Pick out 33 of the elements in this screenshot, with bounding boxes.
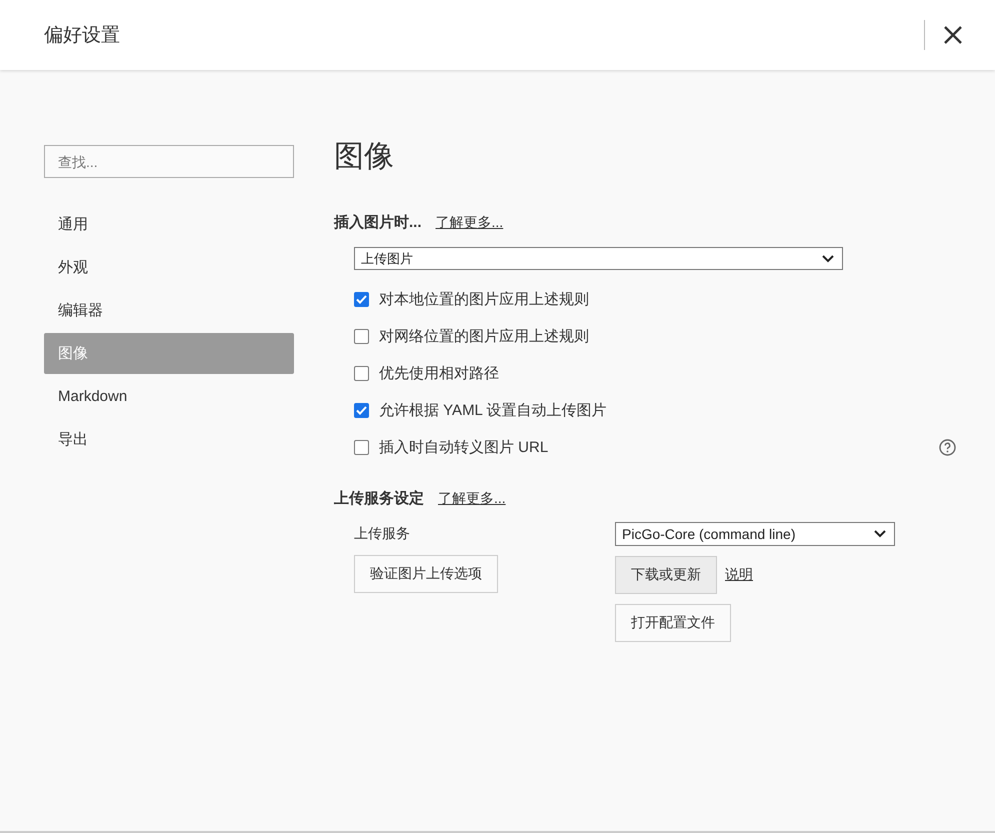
page-title: 图像 <box>334 139 395 175</box>
open-config-button[interactable]: 打开配置文件 <box>615 604 731 642</box>
option-label: 优先使用相对路径 <box>379 364 499 383</box>
sidebar-item[interactable]: 导出 <box>44 419 294 460</box>
learn-more-link[interactable]: 了解更多... <box>438 490 506 508</box>
verify-button[interactable]: 验证图片上传选项 <box>354 555 498 593</box>
checkbox[interactable] <box>354 440 369 455</box>
sidebar-item[interactable]: 编辑器 <box>44 290 294 331</box>
option-label: 允许根据 YAML 设置自动上传图片 <box>379 401 607 420</box>
insert-dropdown[interactable]: 上传图片 <box>354 247 843 270</box>
checkbox[interactable] <box>354 292 369 307</box>
search-field[interactable]: 查找... <box>44 145 294 178</box>
close-icon <box>943 25 963 45</box>
help-link[interactable]: 说明 <box>725 566 753 584</box>
help-icon[interactable] <box>939 439 956 456</box>
learn-more-link[interactable]: 了解更多... <box>436 214 504 232</box>
chevron-down-icon <box>822 254 834 262</box>
sidebar-item[interactable]: 外观 <box>44 247 294 288</box>
checkbox[interactable] <box>354 366 369 381</box>
section-heading: 插入图片时... <box>334 213 422 232</box>
service-dropdown[interactable]: PicGo-Core (command line) <box>615 522 895 546</box>
chevron-down-icon <box>874 530 886 538</box>
option-label: 对网络位置的图片应用上述规则 <box>379 327 589 346</box>
download-button[interactable]: 下载或更新 <box>615 556 717 594</box>
checkbox[interactable] <box>354 329 369 344</box>
service-label: 上传服务 <box>354 525 410 543</box>
section-heading: 上传服务设定 <box>334 489 424 508</box>
option-label: 对本地位置的图片应用上述规则 <box>379 290 589 309</box>
sidebar-item[interactable]: Markdown <box>44 376 294 417</box>
window-title: 偏好设置 <box>44 24 121 48</box>
checkbox[interactable] <box>354 403 369 418</box>
option-label: 插入时自动转义图片 URL <box>379 438 548 457</box>
sidebar-item[interactable]: 通用 <box>44 204 294 245</box>
